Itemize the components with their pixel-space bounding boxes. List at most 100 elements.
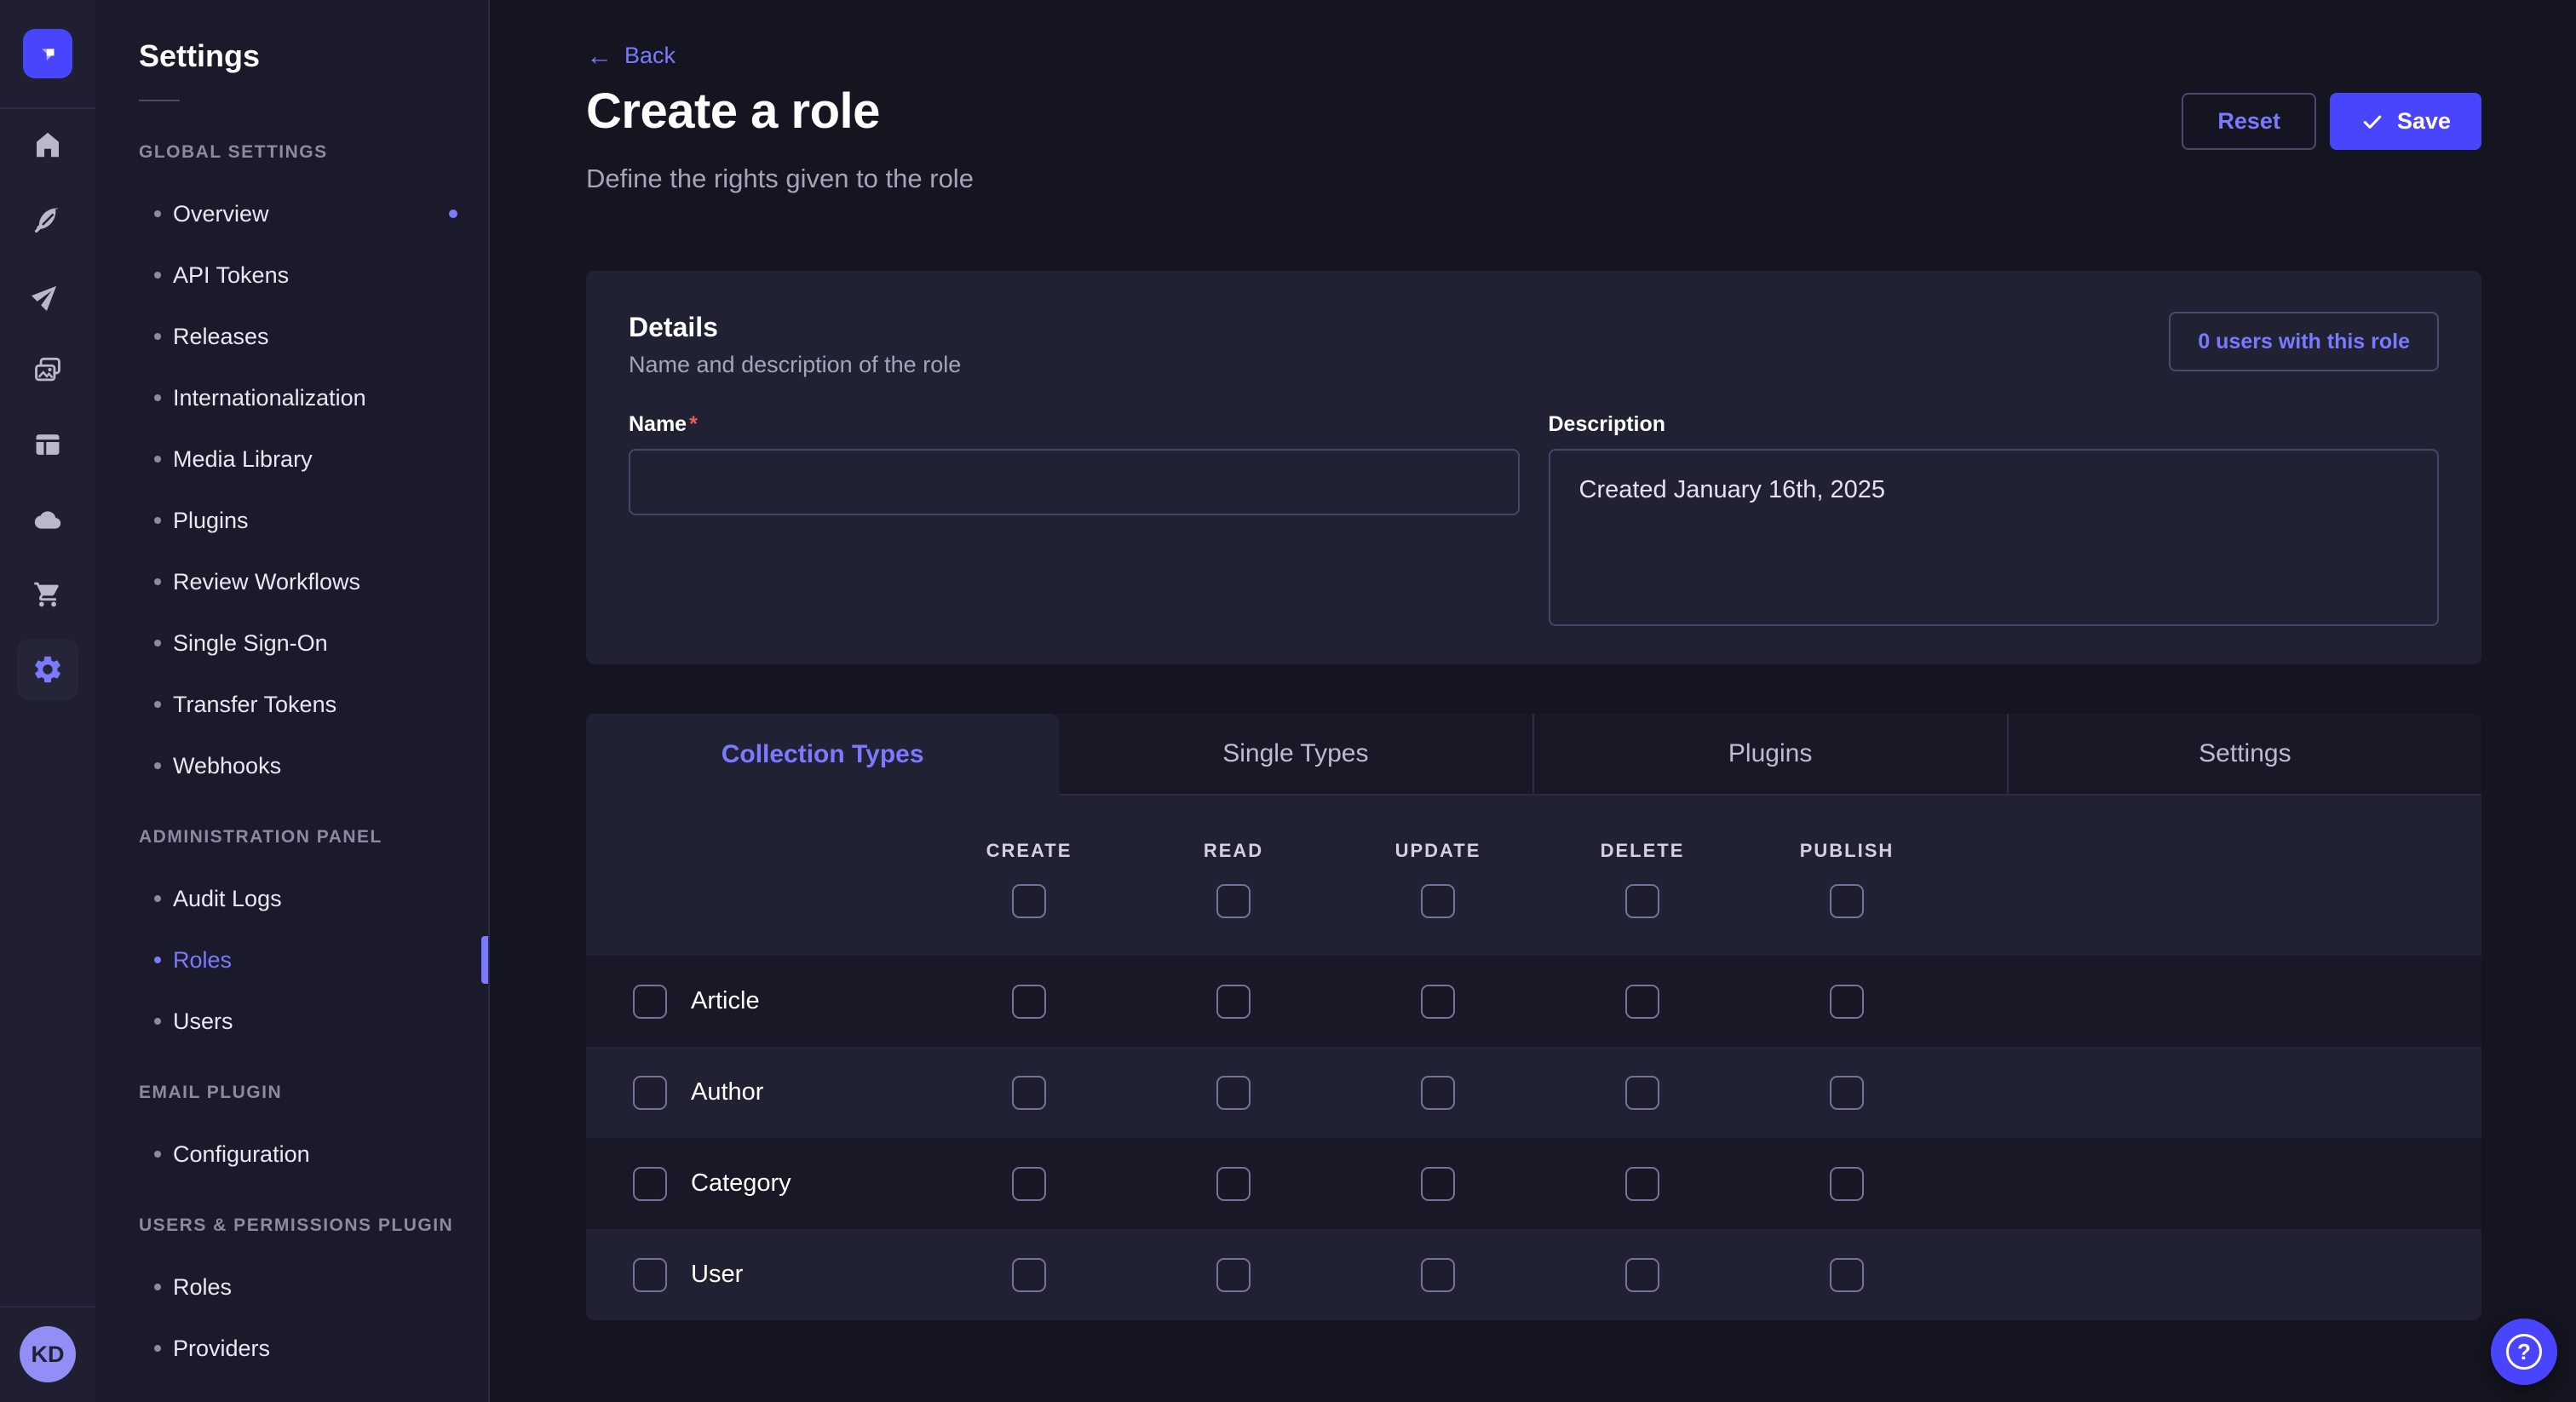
user-publish-checkbox[interactable] — [1830, 1258, 1864, 1292]
column-header-create: CREATE — [986, 840, 1072, 862]
author-publish-checkbox[interactable] — [1830, 1076, 1864, 1110]
select-all-read-checkbox[interactable] — [1216, 884, 1251, 918]
strapi-logo-glyph — [35, 41, 60, 66]
bullet-icon — [154, 957, 161, 963]
home-icon[interactable] — [17, 114, 78, 175]
avatar-initials: KD — [32, 1342, 65, 1368]
row-name: Category — [691, 1169, 791, 1198]
permissions-panel: CREATE READ UPDATE DELETE PUBLISH — [586, 796, 2481, 1320]
author-update-checkbox[interactable] — [1421, 1076, 1455, 1110]
bullet-icon — [154, 394, 161, 401]
strapi-admin-app: KD Settings GLOBAL SETTINGS Overview API… — [0, 0, 2576, 1402]
article-create-checkbox[interactable] — [1012, 985, 1046, 1019]
content-type-builder-icon[interactable] — [17, 414, 78, 475]
help-button[interactable]: ? — [2491, 1319, 2557, 1385]
logo-area — [0, 0, 95, 109]
row-select-checkbox[interactable] — [633, 1076, 667, 1110]
bullet-icon — [154, 762, 161, 769]
required-asterisk: * — [689, 412, 698, 436]
category-create-checkbox[interactable] — [1012, 1167, 1046, 1201]
author-read-checkbox[interactable] — [1216, 1076, 1251, 1110]
sidebar-item-webhooks[interactable]: Webhooks — [95, 735, 488, 796]
media-library-icon[interactable] — [17, 339, 78, 400]
category-read-checkbox[interactable] — [1216, 1167, 1251, 1201]
tab-single-types[interactable]: Single Types — [1059, 714, 1532, 796]
sidebar-item-single-sign-on[interactable]: Single Sign-On — [95, 612, 488, 674]
sidebar-item-internationalization[interactable]: Internationalization — [95, 367, 488, 428]
reset-button[interactable]: Reset — [2182, 93, 2316, 150]
users-with-role-button[interactable]: 0 users with this role — [2169, 312, 2439, 371]
sidebar-item-admin-roles[interactable]: Roles — [95, 929, 488, 991]
bullet-icon — [154, 517, 161, 524]
sidebar-item-up-providers[interactable]: Providers — [95, 1318, 488, 1379]
user-delete-checkbox[interactable] — [1625, 1258, 1659, 1292]
select-all-delete-checkbox[interactable] — [1625, 884, 1659, 918]
author-create-checkbox[interactable] — [1012, 1076, 1046, 1110]
name-input[interactable] — [629, 449, 1520, 515]
user-create-checkbox[interactable] — [1012, 1258, 1046, 1292]
row-select-checkbox[interactable] — [633, 985, 667, 1019]
category-publish-checkbox[interactable] — [1830, 1167, 1864, 1201]
row-select-checkbox[interactable] — [633, 1167, 667, 1201]
subnav-list: GLOBAL SETTINGS Overview API Tokens Rele… — [95, 122, 488, 1379]
select-all-create-checkbox[interactable] — [1012, 884, 1046, 918]
tab-collection-types[interactable]: Collection Types — [586, 714, 1059, 796]
strapi-logo-icon[interactable] — [23, 29, 72, 78]
paper-plane-icon[interactable] — [17, 264, 78, 325]
bullet-icon — [154, 272, 161, 279]
sidebar-item-plugins[interactable]: Plugins — [95, 490, 488, 551]
sidebar-item-admin-users[interactable]: Users — [95, 991, 488, 1052]
column-header-delete: DELETE — [1601, 840, 1685, 862]
category-delete-checkbox[interactable] — [1625, 1167, 1659, 1201]
sidebar-item-overview[interactable]: Overview — [95, 183, 488, 244]
table-row-user: User — [586, 1229, 2481, 1320]
select-all-publish-checkbox[interactable] — [1830, 884, 1864, 918]
save-label: Save — [2397, 108, 2451, 135]
sidebar-item-api-tokens[interactable]: API Tokens — [95, 244, 488, 306]
user-read-checkbox[interactable] — [1216, 1258, 1251, 1292]
name-label: Name* — [629, 412, 1520, 437]
row-select-checkbox[interactable] — [633, 1258, 667, 1292]
bullet-icon — [154, 895, 161, 902]
sidebar-item-audit-logs[interactable]: Audit Logs — [95, 868, 488, 929]
bullet-icon — [154, 1018, 161, 1025]
details-title: Details — [629, 312, 961, 343]
name-field-group: Name* — [629, 412, 1520, 626]
back-label: Back — [624, 43, 676, 69]
bullet-icon — [154, 1345, 161, 1352]
sidebar-item-review-workflows[interactable]: Review Workflows — [95, 551, 488, 612]
sidebar-item-releases[interactable]: Releases — [95, 306, 488, 367]
article-delete-checkbox[interactable] — [1625, 985, 1659, 1019]
section-label-email-plugin: EMAIL PLUGIN — [139, 1062, 488, 1123]
tab-plugins[interactable]: Plugins — [1532, 714, 2007, 796]
main-content: ← Back Create a role Reset Save Define t… — [490, 0, 2576, 1402]
sidebar-item-transfer-tokens[interactable]: Transfer Tokens — [95, 674, 488, 735]
back-link[interactable]: ← Back — [586, 43, 676, 69]
author-delete-checkbox[interactable] — [1625, 1076, 1659, 1110]
main-nav-rail: KD — [0, 0, 95, 1402]
feather-icon[interactable] — [17, 189, 78, 250]
bullet-icon — [154, 456, 161, 463]
marketplace-cart-icon[interactable] — [17, 564, 78, 625]
cloud-icon[interactable] — [17, 489, 78, 550]
avatar[interactable]: KD — [20, 1326, 76, 1382]
page-header: Create a role Reset Save — [586, 83, 2481, 150]
settings-gear-icon[interactable] — [17, 639, 78, 700]
tab-settings[interactable]: Settings — [2007, 714, 2481, 796]
description-textarea[interactable]: Created January 16th, 2025 — [1549, 449, 2440, 626]
article-publish-checkbox[interactable] — [1830, 985, 1864, 1019]
category-update-checkbox[interactable] — [1421, 1167, 1455, 1201]
sidebar-item-up-roles[interactable]: Roles — [95, 1256, 488, 1318]
description-field-group: Description Created January 16th, 2025 — [1549, 412, 2440, 626]
article-read-checkbox[interactable] — [1216, 985, 1251, 1019]
page-subtitle: Define the rights given to the role — [586, 164, 2481, 194]
bullet-icon — [154, 640, 161, 646]
sidebar-item-media-library[interactable]: Media Library — [95, 428, 488, 490]
save-button[interactable]: Save — [2330, 93, 2481, 150]
select-all-update-checkbox[interactable] — [1421, 884, 1455, 918]
back-arrow-icon: ← — [586, 43, 612, 69]
article-update-checkbox[interactable] — [1421, 985, 1455, 1019]
user-update-checkbox[interactable] — [1421, 1258, 1455, 1292]
bullet-icon — [154, 333, 161, 340]
sidebar-item-email-configuration[interactable]: Configuration — [95, 1123, 488, 1185]
